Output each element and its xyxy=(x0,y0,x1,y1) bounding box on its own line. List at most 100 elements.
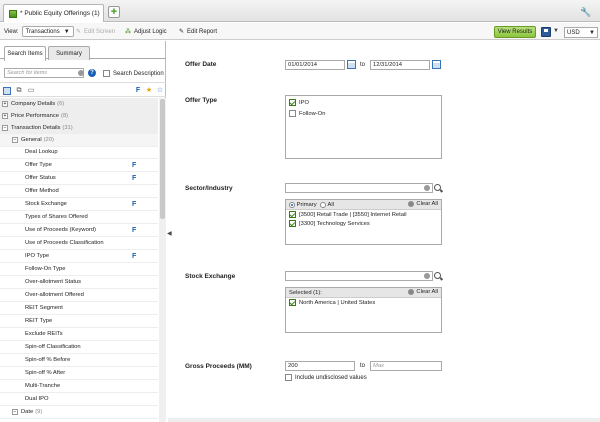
offer-date-from-input[interactable]: 01/01/2014 xyxy=(285,60,345,70)
edit-screen-button[interactable]: ✎ Edit Screen xyxy=(76,26,115,37)
checked-checkbox[interactable] xyxy=(289,99,296,106)
list-item[interactable]: Dual IPO xyxy=(0,393,158,406)
checked-checkbox[interactable] xyxy=(289,299,296,306)
logic-icon: ⁂ xyxy=(125,29,131,35)
group-date[interactable]: − Date (9) xyxy=(0,406,158,419)
list-item[interactable]: Use of Proceeds (Keyword) F xyxy=(0,224,158,237)
list-item[interactable]: Stock Exchange F xyxy=(0,198,158,211)
search-icon[interactable] xyxy=(434,184,441,191)
clear-all-button[interactable]: Clear All xyxy=(408,201,438,207)
flag-icon[interactable]: F xyxy=(134,87,142,95)
expand-icon[interactable]: + xyxy=(2,101,8,107)
search-input[interactable]: Search for items xyxy=(4,68,84,78)
add-tab-button[interactable]: + xyxy=(108,6,120,18)
offer-type-option-follow-on[interactable]: Follow-On xyxy=(289,110,325,117)
gross-proceeds-max-input[interactable]: Max xyxy=(370,361,442,371)
gross-proceeds-min-input[interactable]: 200 xyxy=(285,361,355,371)
collapse-icon[interactable]: − xyxy=(12,137,18,143)
report-icon: ✎ xyxy=(179,29,185,35)
list-item[interactable]: REIT Type xyxy=(0,315,158,328)
list-item[interactable]: Follow-On Type xyxy=(0,263,158,276)
chevron-down-icon: ▼ xyxy=(63,28,70,35)
left-scrollbar-thumb[interactable] xyxy=(160,99,165,219)
expand-icon[interactable]: + xyxy=(2,113,8,119)
list-item[interactable]: IPO Type F xyxy=(0,250,158,263)
edit-report-button[interactable]: ✎ Edit Report xyxy=(179,26,217,37)
list-item[interactable]: Over-allotment Offered xyxy=(0,289,158,302)
save-icon[interactable] xyxy=(541,27,551,37)
star-outline-icon[interactable]: ☆ xyxy=(156,87,164,95)
search-description-checkbox[interactable] xyxy=(103,70,110,77)
list-item[interactable]: Spin-off % Before xyxy=(0,354,158,367)
offer-date-label: Offer Date xyxy=(185,61,217,68)
list-item[interactable]: Exclude REITs xyxy=(0,328,158,341)
offer-date-to-input[interactable]: 12/31/2014 xyxy=(370,60,430,70)
list-item[interactable]: Offer Type F xyxy=(0,159,158,172)
screen-icon xyxy=(9,9,17,18)
view-results-button[interactable]: View Results xyxy=(494,26,536,38)
all-radio[interactable] xyxy=(319,201,326,208)
list-item-label: Offer Type xyxy=(25,162,52,168)
adjust-logic-button[interactable]: ⁂ Adjust Logic xyxy=(125,26,167,37)
clear-all-button[interactable]: Clear All xyxy=(408,289,438,295)
clear-icon[interactable] xyxy=(78,70,84,76)
list-item[interactable]: Offer Status F xyxy=(0,172,158,185)
view-select[interactable]: Transactions ▼ xyxy=(21,26,74,37)
search-description-option[interactable]: Search Description xyxy=(103,70,164,77)
flag-icon: F xyxy=(132,200,137,208)
exchange-search-input[interactable] xyxy=(285,271,433,281)
view-value: Transactions xyxy=(25,28,60,35)
list-item[interactable]: Offer Method xyxy=(0,185,158,198)
group-label: Date xyxy=(21,409,34,415)
search-icon[interactable] xyxy=(434,272,441,279)
calendar-icon[interactable] xyxy=(347,60,356,69)
tab-search-items[interactable]: Search Items xyxy=(4,46,46,61)
clear-icon[interactable] xyxy=(424,185,430,191)
panel-collapse-handle[interactable]: ◀ xyxy=(167,230,172,237)
collapse-icon[interactable]: − xyxy=(2,125,8,131)
list-item[interactable]: Spin-off Classification xyxy=(0,341,158,354)
wrench-icon[interactable]: 🔧 xyxy=(580,7,591,18)
sector-item[interactable]: [3500] Retail Trade | [3550] Internet Re… xyxy=(289,211,407,218)
pencil-icon: ✎ xyxy=(76,29,82,35)
checkbox[interactable] xyxy=(289,110,296,117)
list-item[interactable]: Types of Shares Offered xyxy=(0,211,158,224)
star-icon[interactable]: ★ xyxy=(145,87,153,95)
category-count: (31) xyxy=(62,125,73,131)
all-label: All xyxy=(327,201,334,208)
collapse-icon[interactable]: − xyxy=(12,409,18,415)
list-item[interactable]: Over-allotment Status xyxy=(0,276,158,289)
category-label: Price Performance xyxy=(11,113,60,119)
list-item-label: Follow-On Type xyxy=(25,266,66,272)
sector-search-input[interactable] xyxy=(285,183,433,193)
sector-item[interactable]: [3300] Technology Services xyxy=(289,220,370,227)
list-item[interactable]: Spin-off % After xyxy=(0,367,158,380)
tree-view-icon[interactable] xyxy=(3,87,11,95)
currency-select[interactable]: USD ▼ xyxy=(564,27,598,38)
currency-value: USD xyxy=(567,29,580,36)
gross-proceeds-to-label: to xyxy=(360,363,366,369)
checked-checkbox[interactable] xyxy=(289,220,296,227)
primary-radio[interactable] xyxy=(289,201,295,208)
include-undisclosed-checkbox[interactable] xyxy=(285,374,292,381)
checked-checkbox[interactable] xyxy=(289,211,296,218)
offer-type-option-ipo[interactable]: IPO xyxy=(289,99,309,106)
expand-all-icon[interactable]: ⧉ xyxy=(15,87,23,95)
list-item[interactable]: Deal Lookup xyxy=(0,146,158,159)
chevron-down-icon[interactable]: ▼ xyxy=(553,28,559,34)
calendar-icon[interactable] xyxy=(432,60,441,69)
flag-icon: F xyxy=(132,161,137,169)
tab-summary[interactable]: Summary xyxy=(48,46,90,60)
list-item[interactable]: REIT Segment xyxy=(0,302,158,315)
list-item[interactable]: Use of Proceeds Classification xyxy=(0,237,158,250)
list-item[interactable]: Multi-Tranche xyxy=(0,380,158,393)
collapse-all-icon[interactable]: ▭ xyxy=(27,87,35,95)
clear-icon[interactable] xyxy=(424,273,430,279)
tab-public-equity-offerings[interactable]: * Public Equity Offerings (1) xyxy=(3,4,104,22)
exchange-item[interactable]: North America | United States xyxy=(289,299,375,306)
include-undisclosed-option[interactable]: Include undisclosed values xyxy=(285,374,367,381)
horizontal-scrollbar[interactable] xyxy=(168,418,600,422)
help-icon[interactable]: ? xyxy=(88,69,96,77)
group-count: (9) xyxy=(35,409,43,415)
list-item-label: Over-allotment Offered xyxy=(25,292,84,298)
